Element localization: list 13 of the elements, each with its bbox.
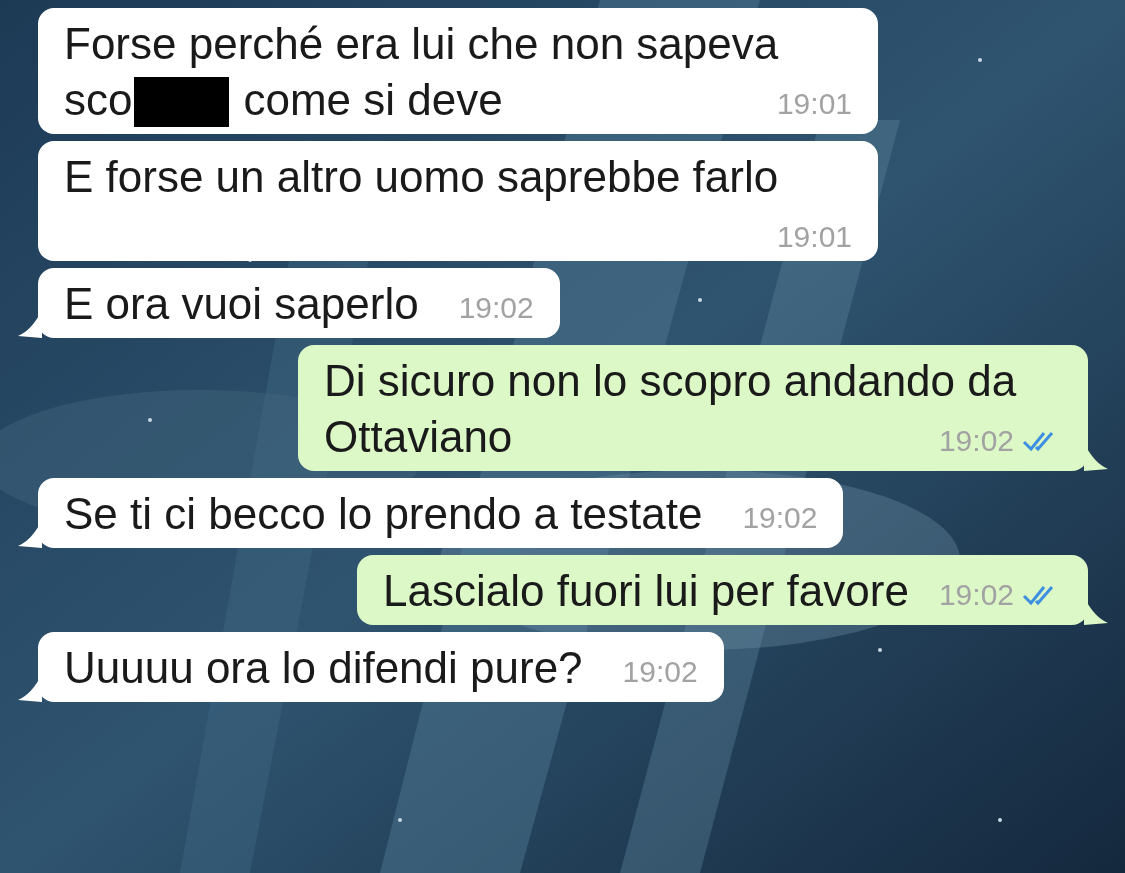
message-time: 19:02 bbox=[622, 654, 698, 690]
message-time: 19:01 bbox=[776, 219, 852, 255]
message-text: Se ti ci becco lo prendo a testate 19:02 bbox=[64, 488, 818, 540]
message-time: 19:02 bbox=[458, 290, 534, 326]
message-time: 19:01 bbox=[776, 86, 852, 122]
message-time: 19:02 bbox=[742, 500, 818, 536]
message-text: Lascialo fuori lui per favore 19:02 bbox=[383, 563, 1062, 619]
message-time: 19:02 bbox=[938, 577, 1014, 613]
message-text: E ora vuoi saperlo 19:02 bbox=[64, 278, 534, 330]
message-text: Di sicuro non lo scopro andando da Ottaviano 19:02 bbox=[324, 353, 1062, 465]
message-text: Forse perché era lui che non sapeva sco come si deve 19:01 bbox=[64, 16, 852, 128]
message-text: Uuuuu ora lo difendi pure? 19:02 bbox=[64, 642, 698, 694]
message-time: 19:02 bbox=[938, 423, 1014, 459]
